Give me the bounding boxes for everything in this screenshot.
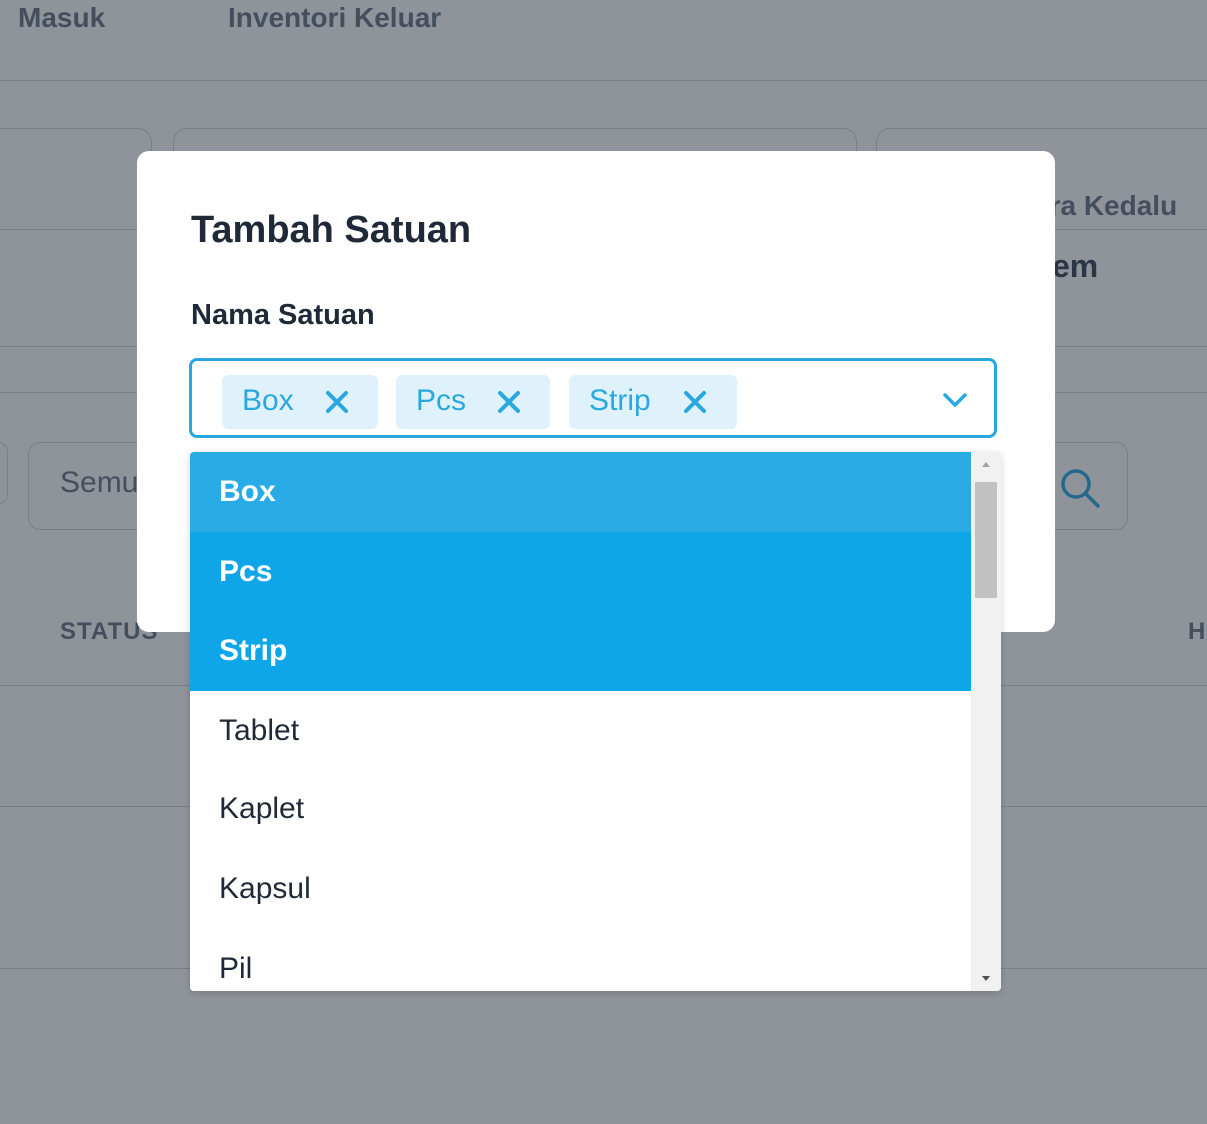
modal-title: Tambah Satuan <box>191 209 472 251</box>
selected-chip-box: Box <box>222 375 378 429</box>
option-pil[interactable]: Pil <box>190 929 971 991</box>
chip-label: Box <box>242 384 294 417</box>
unit-name-label: Nama Satuan <box>191 299 375 331</box>
dropdown-scrollbar[interactable] <box>971 452 1001 991</box>
option-box[interactable]: Box <box>190 452 971 532</box>
close-icon[interactable] <box>680 387 710 417</box>
close-icon[interactable] <box>494 387 524 417</box>
close-icon[interactable] <box>322 387 352 417</box>
scroll-down-arrow-icon[interactable] <box>971 965 1001 991</box>
unit-multiselect[interactable]: Box Pcs Strip <box>189 358 997 438</box>
option-strip[interactable]: Strip <box>190 611 971 691</box>
chevron-down-icon[interactable] <box>940 385 970 415</box>
chip-label: Pcs <box>416 384 467 417</box>
selected-chip-pcs: Pcs <box>396 375 550 429</box>
chip-label: Strip <box>589 384 651 417</box>
selected-chip-strip: Strip <box>569 375 737 429</box>
scroll-up-arrow-icon[interactable] <box>971 452 1001 478</box>
scrollbar-thumb[interactable] <box>975 482 997 598</box>
option-kaplet[interactable]: Kaplet <box>190 769 971 849</box>
option-tablet[interactable]: Tablet <box>190 691 971 771</box>
unit-options-dropdown: Box Pcs Strip Tablet Kaplet Kapsul Pil <box>190 452 1001 991</box>
option-pcs[interactable]: Pcs <box>190 532 971 612</box>
option-kapsul[interactable]: Kapsul <box>190 849 971 929</box>
